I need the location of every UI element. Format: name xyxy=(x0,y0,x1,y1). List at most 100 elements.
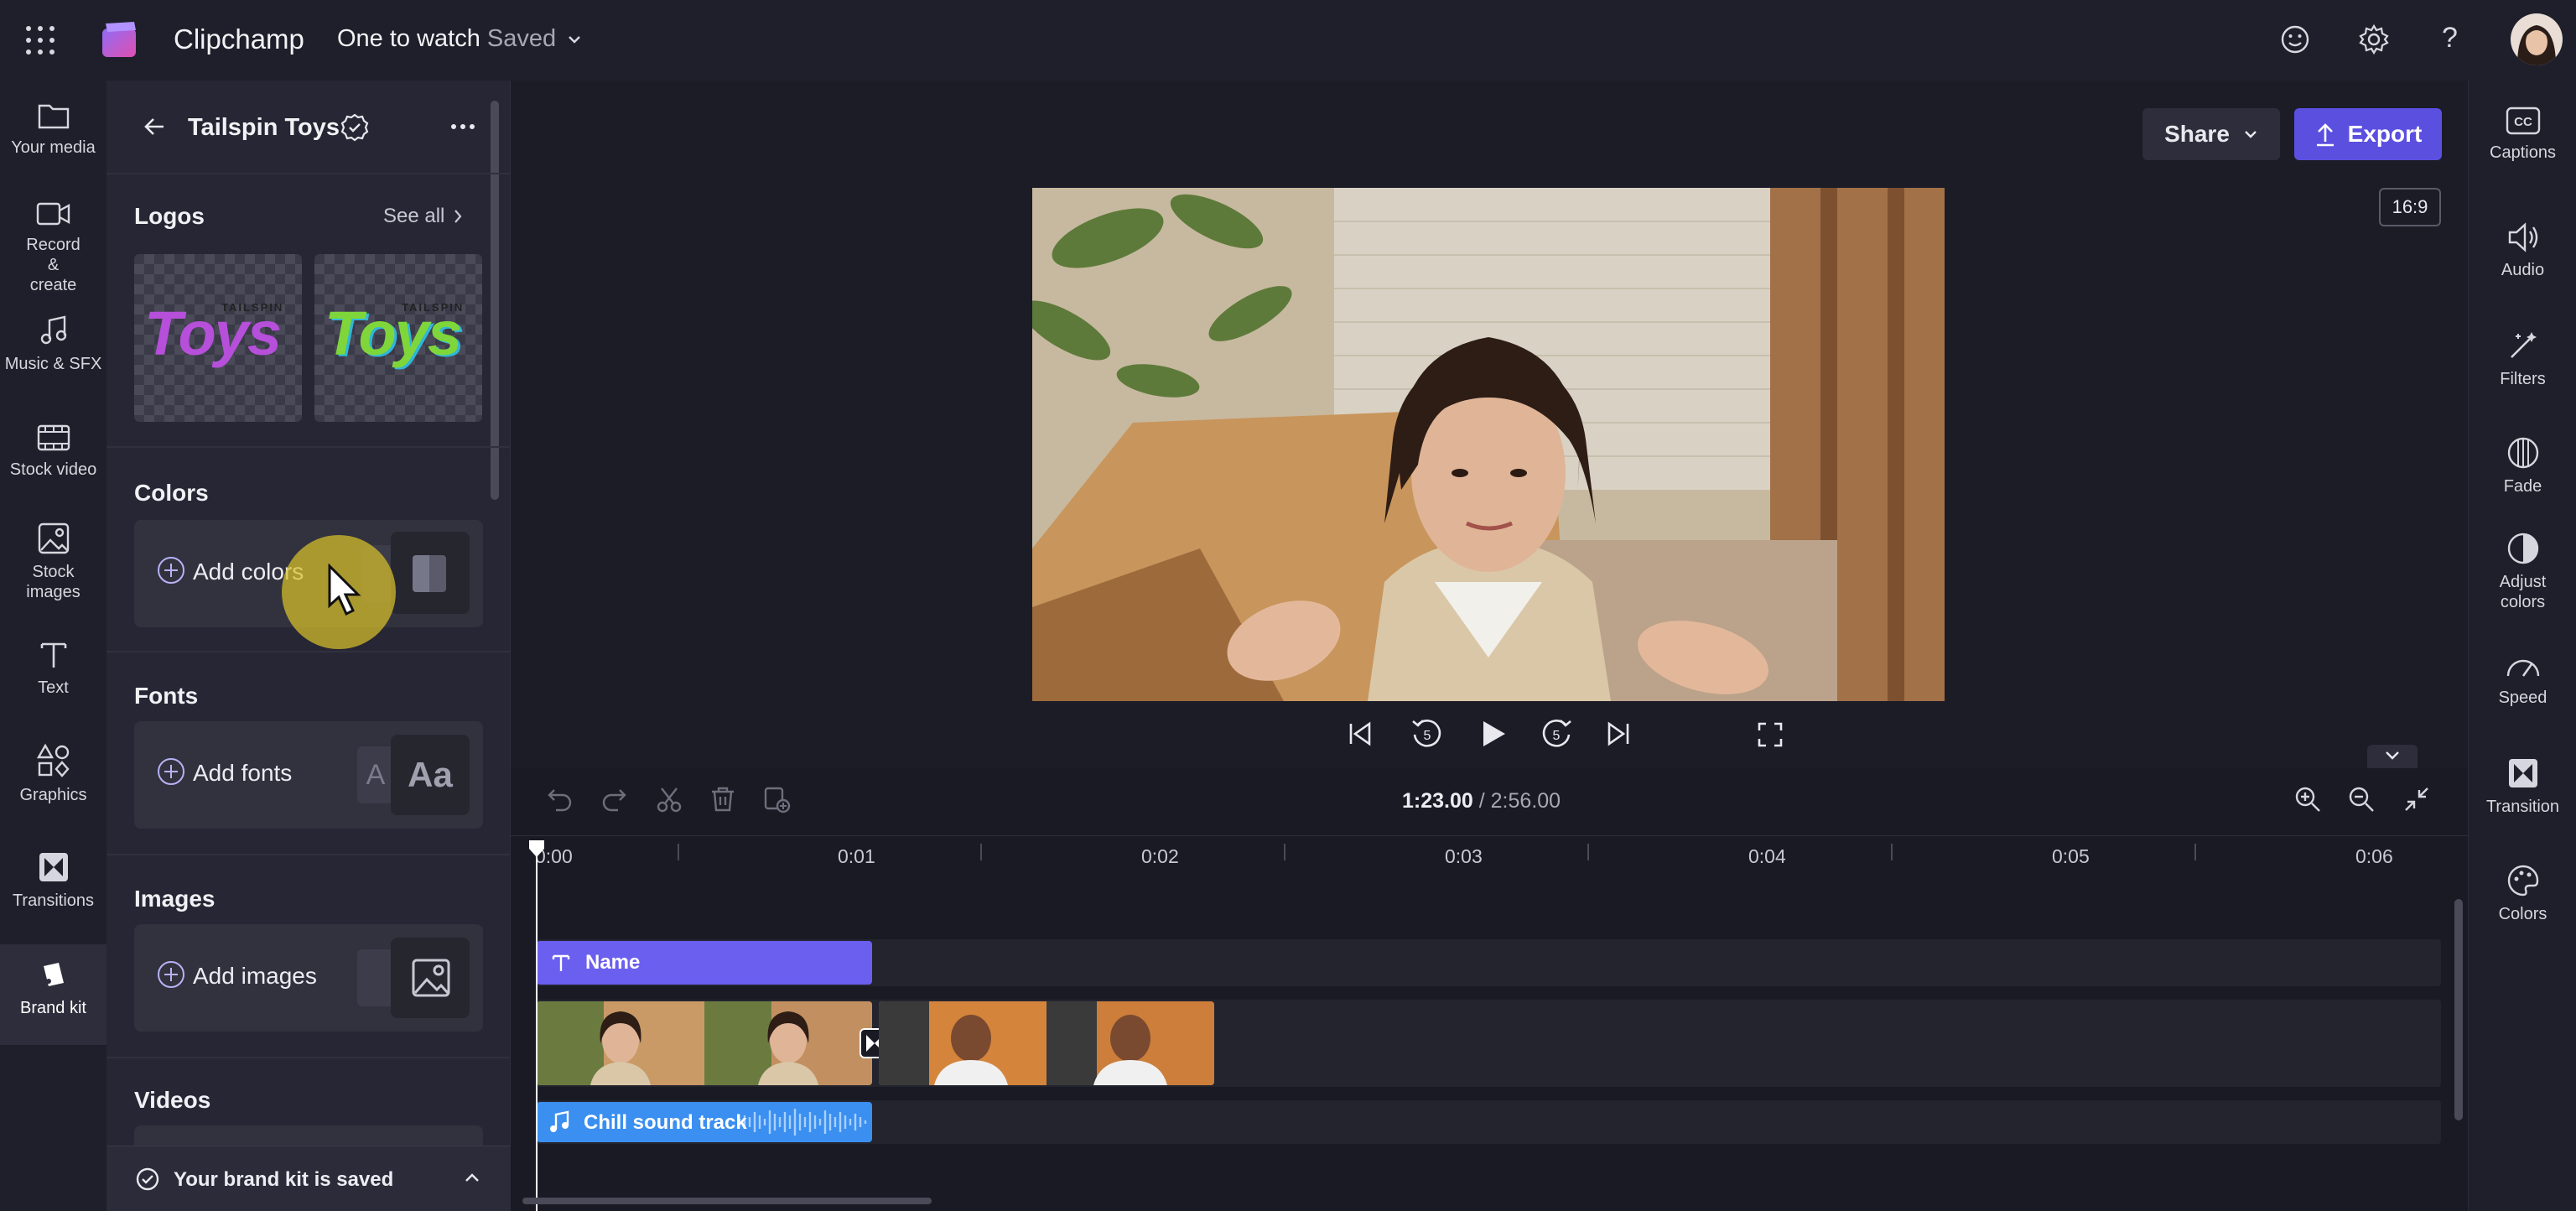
filters-button[interactable]: Filters xyxy=(2469,329,2576,389)
nav-label: Music & SFX xyxy=(4,355,102,373)
timeline-ruler[interactable]: 0:00 0:01 0:02 0:03 0:04 0:05 0:06 xyxy=(511,835,2468,877)
export-button[interactable]: Export xyxy=(2294,108,2442,160)
add-colors-button[interactable]: Add colors xyxy=(134,520,483,649)
back-arrow-icon[interactable] xyxy=(142,114,167,139)
fullscreen-icon[interactable] xyxy=(1757,721,1784,748)
play-button[interactable] xyxy=(1477,718,1509,750)
audio-clip[interactable]: Chill sound track xyxy=(537,1102,872,1142)
horizontal-scrollbar[interactable] xyxy=(522,1198,932,1204)
panel-title: Tailspin Toys xyxy=(188,114,340,141)
chevron-up-icon[interactable] xyxy=(464,1172,480,1183)
nav-record-create[interactable]: Record & create xyxy=(0,200,106,300)
chevron-right-icon xyxy=(453,208,463,225)
nav-your-media[interactable]: Your media xyxy=(0,101,106,185)
logo-main-word: Toys xyxy=(144,299,282,368)
nav-graphics[interactable]: Graphics xyxy=(0,743,106,827)
feedback-icon[interactable] xyxy=(2279,23,2311,55)
forward-5s-icon[interactable]: 5 xyxy=(1539,716,1574,751)
share-button[interactable]: Share xyxy=(2142,108,2280,160)
text-icon xyxy=(0,637,106,671)
audio-button[interactable]: Audio xyxy=(2469,221,2576,280)
right-bar-label: Filters xyxy=(2500,370,2546,388)
adjust-colors-button[interactable]: Adjust colors xyxy=(2469,532,2576,612)
fade-icon xyxy=(2469,436,2576,470)
zoom-in-icon[interactable] xyxy=(2293,785,2322,813)
images-section-title: Images xyxy=(134,886,216,912)
logo-thumbnail[interactable]: TAILSPIN Toys xyxy=(314,254,482,422)
preview-stage: Share Export 16:9 5 5 xyxy=(511,81,2468,768)
timeline-ruler-line xyxy=(511,835,2468,836)
duplicate-icon[interactable] xyxy=(762,785,791,813)
nav-text[interactable]: Text xyxy=(0,637,106,721)
speaker-icon xyxy=(2469,221,2576,253)
svg-text:5: 5 xyxy=(1424,729,1431,743)
divider xyxy=(106,1057,511,1058)
delete-trash-icon[interactable] xyxy=(709,785,737,813)
video-clip[interactable] xyxy=(879,1001,1214,1085)
font-sample-small: A xyxy=(357,746,394,803)
plus-circle-icon xyxy=(158,758,184,785)
zoom-out-icon[interactable] xyxy=(2347,785,2376,813)
text-clip[interactable]: Name xyxy=(537,941,872,985)
nav-label: Stock images xyxy=(26,563,80,601)
video-clip[interactable] xyxy=(537,1001,872,1085)
nav-brand-kit[interactable]: Brand kit xyxy=(0,944,106,1045)
speedometer-icon xyxy=(2469,652,2576,681)
fit-to-window-icon[interactable] xyxy=(2402,785,2431,813)
see-all-label: See all xyxy=(383,205,445,227)
right-bar-label: Audio xyxy=(2501,261,2545,279)
more-options-icon[interactable] xyxy=(450,122,475,131)
nav-label: Brand kit xyxy=(20,999,86,1017)
mouse-cursor-icon xyxy=(327,564,364,619)
video-camera-icon xyxy=(0,200,106,228)
vertical-scrollbar[interactable] xyxy=(2454,899,2463,1120)
settings-gear-icon[interactable] xyxy=(2358,23,2390,55)
tick-label: 0:04 xyxy=(1748,845,1786,867)
transition-button[interactable]: Transition xyxy=(2469,756,2576,817)
tick-label: 0:01 xyxy=(838,845,875,867)
skip-to-end-icon[interactable] xyxy=(1604,720,1633,748)
brand-kit-status-bar[interactable]: Your brand kit is saved xyxy=(106,1146,511,1211)
logo-main-word: Toys xyxy=(325,299,462,368)
redo-icon[interactable] xyxy=(600,785,628,813)
add-images-button[interactable]: Add images xyxy=(134,924,483,1032)
nav-transitions[interactable]: Transitions xyxy=(0,850,106,934)
nav-stock-video[interactable]: Stock video xyxy=(0,423,106,507)
skip-to-start-icon[interactable] xyxy=(1346,720,1374,748)
plus-circle-icon xyxy=(158,557,184,584)
image-placeholder-icon xyxy=(391,938,470,1018)
aspect-ratio-button[interactable]: 16:9 xyxy=(2379,188,2441,226)
current-time: 1:23.00 xyxy=(1402,789,1473,813)
image-icon xyxy=(0,522,106,555)
user-avatar[interactable] xyxy=(2511,13,2563,65)
split-scissors-icon[interactable] xyxy=(655,785,683,813)
nav-music-sfx[interactable]: Music & SFX xyxy=(0,314,106,398)
panel-scrollbar[interactable] xyxy=(491,101,499,500)
nav-label: Text xyxy=(38,678,69,697)
help-icon[interactable]: ? xyxy=(2442,22,2458,55)
app-launcher-icon[interactable] xyxy=(25,25,55,55)
undo-icon[interactable] xyxy=(546,785,574,813)
rewind-5s-icon[interactable]: 5 xyxy=(1410,716,1445,751)
nav-stock-images[interactable]: Stock images xyxy=(0,522,106,622)
collapse-timeline-icon[interactable] xyxy=(2367,745,2418,768)
fade-button[interactable]: Fade xyxy=(2469,436,2576,496)
total-time: 2:56.00 xyxy=(1490,789,1561,813)
captions-button[interactable]: CC Captions xyxy=(2469,106,2576,163)
tick-mark xyxy=(1891,844,1893,860)
chevron-down-icon xyxy=(2243,128,2258,140)
colors-button[interactable]: Colors xyxy=(2469,864,2576,924)
image-placeholder-icon xyxy=(357,949,394,1006)
app-name: Clipchamp xyxy=(174,23,304,55)
speed-button[interactable]: Speed xyxy=(2469,652,2576,708)
magic-wand-icon xyxy=(2469,329,2576,362)
music-note-icon xyxy=(0,314,106,347)
palette-icon xyxy=(2469,864,2576,897)
nav-label: Your media xyxy=(11,138,96,157)
project-title[interactable]: One to watch Saved xyxy=(337,25,583,53)
video-preview[interactable] xyxy=(1032,188,1945,701)
logo-thumbnail[interactable]: TAILSPIN Toys xyxy=(134,254,302,422)
see-all-link[interactable]: See all xyxy=(383,205,463,228)
add-fonts-button[interactable]: Add fonts A Aa xyxy=(134,721,483,829)
playhead[interactable] xyxy=(527,839,546,1211)
